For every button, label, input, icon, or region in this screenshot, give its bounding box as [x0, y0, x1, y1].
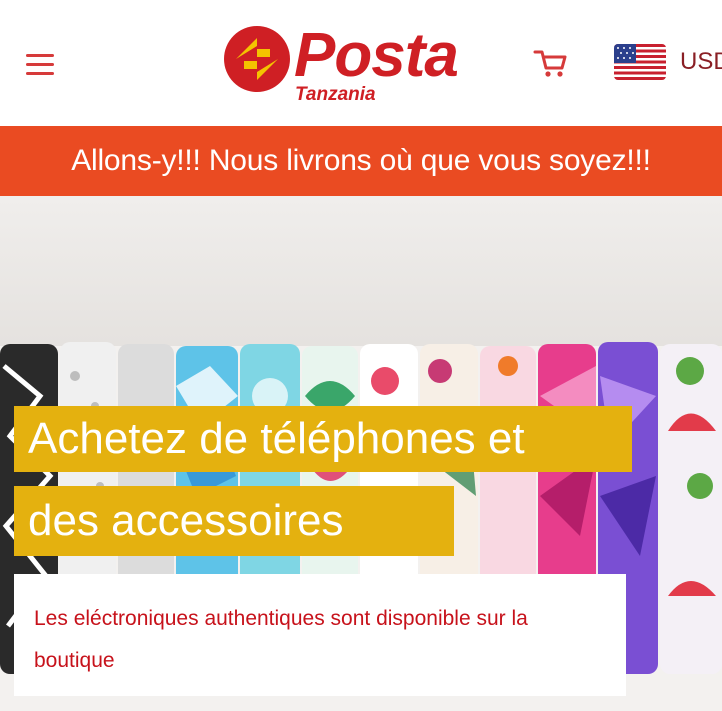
hero-description: Les eléctroniques authentiques sont disp…	[34, 607, 528, 672]
logo-wordmark: Posta	[294, 21, 459, 90]
currency-selector[interactable]: USD	[680, 47, 722, 77]
hero-headline-line1: Achetez de téléphones et	[14, 406, 632, 472]
hero-banner[interactable]: Achetez de téléphones et des accessoires…	[0, 196, 722, 711]
hero-description-box: Les eléctroniques authentiques sont disp…	[14, 574, 626, 696]
posta-arrow-logo-icon	[224, 26, 290, 92]
us-flag-icon[interactable]	[614, 44, 666, 80]
logo-subtitle: Tanzania	[295, 84, 376, 105]
site-header: Posta Tanzania USD	[0, 0, 722, 127]
posta-logo[interactable]: Posta Tanzania	[222, 20, 484, 110]
announcement-text: Allons-y!!! Nous livrons où que vous soy…	[71, 144, 651, 177]
announcement-bar: Allons-y!!! Nous livrons où que vous soy…	[0, 126, 722, 196]
hero-headline-line2: des accessoires	[14, 486, 454, 556]
hamburger-menu-icon[interactable]	[26, 54, 54, 76]
shopping-cart-icon[interactable]	[533, 46, 569, 80]
